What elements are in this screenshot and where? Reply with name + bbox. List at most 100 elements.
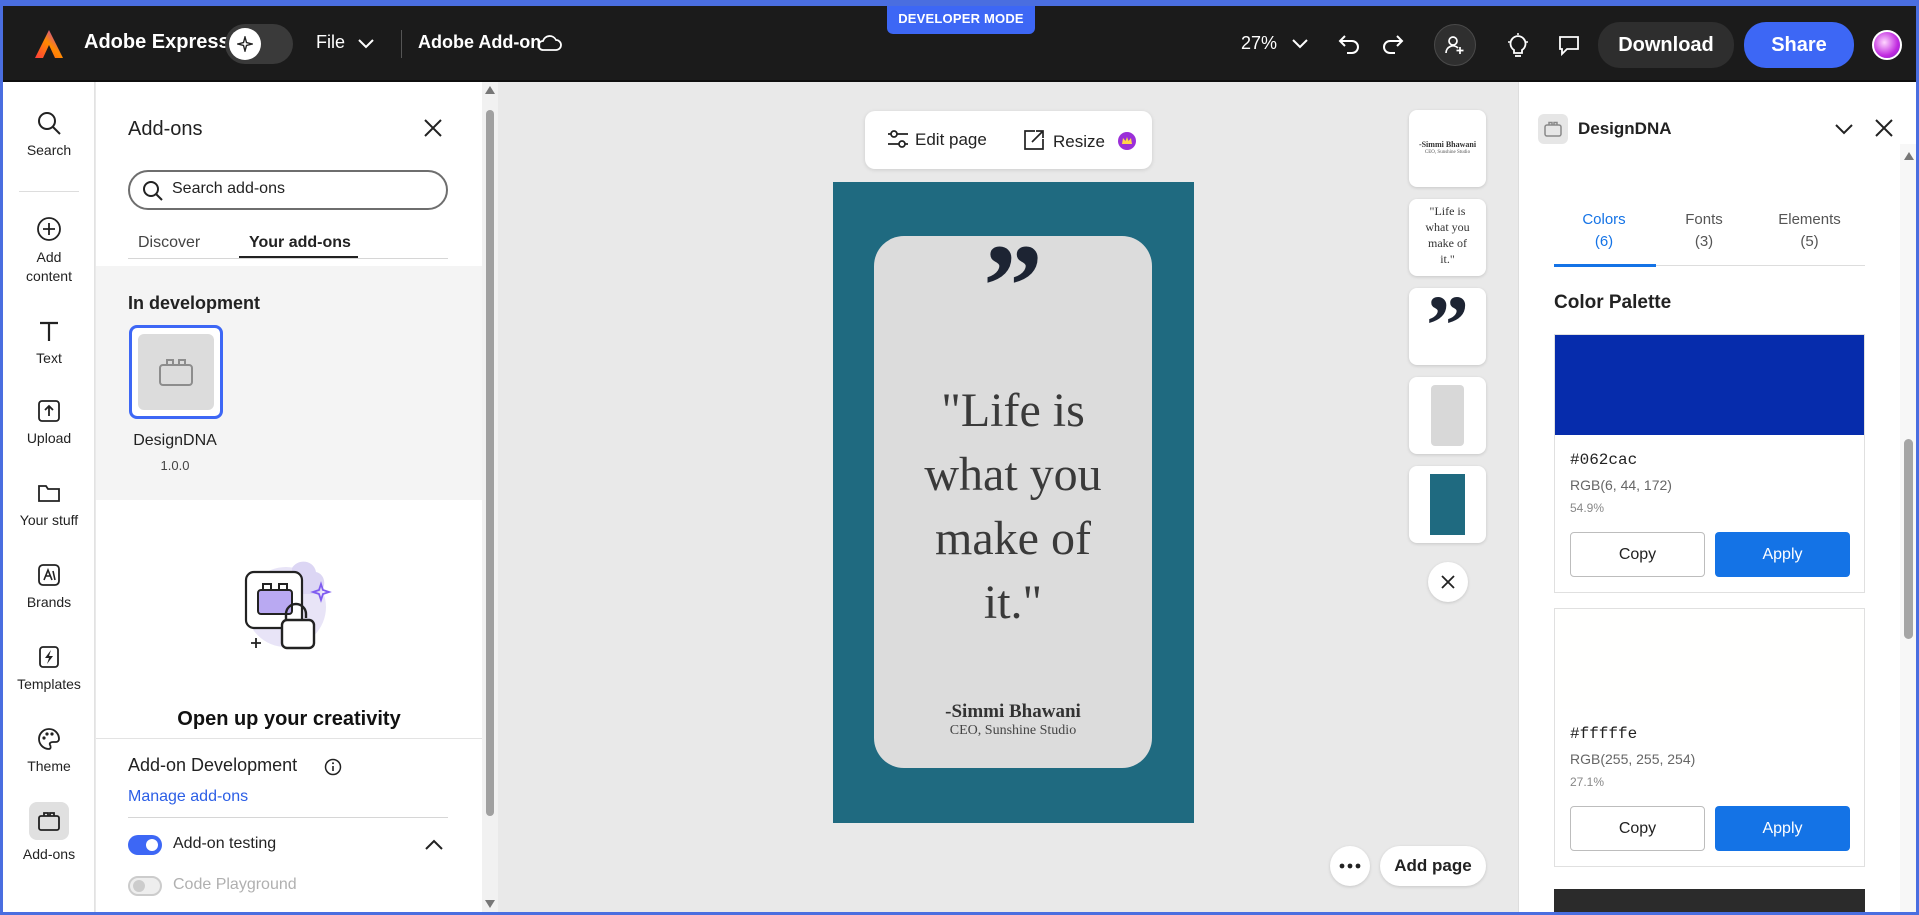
thumb-line: it." — [1440, 252, 1455, 266]
thumb-line: make of — [1428, 236, 1467, 250]
templates-icon — [39, 646, 59, 668]
scroll-up-arrow[interactable] — [485, 86, 495, 94]
file-menu[interactable]: File — [316, 32, 345, 53]
document-title[interactable]: Adobe Add-on — [418, 32, 541, 53]
rail-divider — [19, 191, 79, 192]
color-rgb: RGB(6, 44, 172) — [1570, 477, 1672, 493]
quote-card[interactable]: ” "Life is what you make of it." -Simmi … — [874, 226, 1152, 768]
divider — [401, 30, 402, 58]
more-options-button[interactable] — [1330, 846, 1370, 886]
resize-button[interactable]: Resize — [1023, 129, 1136, 152]
code-playground-toggle[interactable] — [128, 876, 162, 896]
design-page[interactable]: ” "Life is what you make of it." -Simmi … — [833, 182, 1194, 823]
scroll-up-arrow[interactable] — [1904, 152, 1914, 160]
quote-author-title: CEO, Sunshine Studio — [949, 723, 1077, 738]
color-hex: #062cac — [1570, 451, 1638, 469]
collapse-chevron-icon[interactable] — [1835, 122, 1855, 136]
copy-button[interactable]: Copy — [1570, 532, 1705, 577]
thumb-quote-text: "Life is what you make of it." — [1409, 203, 1486, 267]
rail-item-text[interactable]: Text — [3, 318, 95, 366]
rail-item-your-stuff[interactable]: Your stuff — [3, 480, 95, 528]
redo-icon[interactable] — [1379, 30, 1407, 58]
apply-button[interactable]: Apply — [1715, 806, 1850, 851]
adobe-express-logo[interactable] — [33, 28, 65, 60]
color-rgb: RGB(255, 255, 254) — [1570, 751, 1696, 767]
quote-mark: ” — [983, 219, 1043, 352]
scroll-thumb[interactable] — [1904, 439, 1913, 639]
thumb-background-shape — [1430, 474, 1465, 535]
quote-line: "Life is — [941, 384, 1085, 437]
panel-title: Add-ons — [128, 118, 203, 140]
chevron-down-icon[interactable] — [357, 35, 375, 53]
testing-divider — [128, 817, 448, 818]
edit-page-button[interactable]: Edit page — [887, 129, 987, 150]
tab-colors[interactable]: Colors (6) — [1554, 209, 1654, 253]
rail-item-search[interactable]: Search — [3, 110, 95, 158]
top-bar: Adobe Express File Adobe Add-on DEVELOPE… — [3, 6, 1916, 82]
info-icon[interactable] — [324, 758, 344, 778]
plus-circle-icon — [37, 217, 61, 241]
thumb-quote-mark: ” — [1426, 288, 1469, 365]
close-icon[interactable] — [423, 118, 445, 140]
canvas-area: Edit page Resize ” "Life is what you mak… — [498, 82, 1518, 912]
tab-fonts[interactable]: Fonts (3) — [1654, 209, 1754, 253]
share-button[interactable]: Share — [1744, 22, 1854, 68]
tab-label: Fonts — [1685, 211, 1723, 228]
rail-item-templates[interactable]: Templates — [3, 644, 95, 692]
close-icon[interactable] — [1875, 119, 1895, 139]
color-swatch[interactable] — [1555, 609, 1864, 709]
layer-thumb-author[interactable]: -Simmi Bhawani CEO, Sunshine Studio — [1409, 110, 1486, 187]
apply-button[interactable]: Apply — [1715, 532, 1850, 577]
rail-item-theme[interactable]: Theme — [3, 726, 95, 774]
rail-item-add-ons[interactable]: Add-ons — [3, 802, 95, 862]
layer-thumb-quote[interactable]: "Life is what you make of it." — [1409, 199, 1486, 276]
thumb-author-sub: CEO, Sunshine Studio — [1424, 150, 1471, 155]
rail-label: Add-ons — [22, 846, 76, 862]
color-swatch[interactable] — [1555, 335, 1864, 435]
invite-collaborator-icon[interactable] — [1434, 24, 1476, 66]
addon-name: DesignDNA — [133, 432, 217, 449]
zoom-level[interactable]: 27% — [1241, 33, 1277, 54]
copy-button[interactable]: Copy — [1570, 806, 1705, 851]
addon-testing-toggle[interactable] — [128, 835, 162, 855]
tab-active-indicator — [1554, 264, 1656, 267]
scroll-thumb[interactable] — [486, 110, 494, 816]
rail-item-brands[interactable]: Brands — [3, 562, 95, 610]
undo-icon[interactable] — [1335, 30, 1363, 58]
search-addons-input[interactable]: Search add-ons — [128, 170, 448, 210]
rail-label: Text — [36, 350, 62, 366]
addon-card-designdna[interactable] — [129, 325, 223, 419]
tab-discover[interactable]: Discover — [138, 234, 200, 252]
color-swatch[interactable] — [1554, 889, 1865, 912]
dev-section-title: Add-on Development — [128, 755, 298, 775]
add-page-button[interactable]: Add page — [1380, 846, 1486, 886]
color-hex: #fffffe — [1570, 725, 1638, 743]
tab-elements[interactable]: Elements (5) — [1754, 209, 1865, 253]
rail-item-upload[interactable]: Upload — [3, 398, 95, 446]
magic-toggle[interactable] — [225, 24, 293, 64]
tab-your-addons[interactable]: Your add-ons — [249, 234, 351, 252]
chevron-up-icon[interactable] — [425, 838, 445, 852]
layer-thumb-quote-mark[interactable]: ” — [1409, 288, 1486, 365]
close-layers-button[interactable] — [1428, 562, 1468, 602]
close-icon — [1441, 575, 1455, 589]
scroll-down-arrow[interactable] — [485, 900, 495, 908]
color-card: #062cac RGB(6, 44, 172) 54.9% Copy Apply — [1554, 334, 1865, 593]
lightbulb-icon[interactable] — [1503, 30, 1533, 60]
thumb-card-shape — [1431, 385, 1464, 446]
comment-icon[interactable] — [1554, 30, 1584, 60]
panel-scrollbar[interactable] — [1900, 144, 1916, 912]
addon-icon — [138, 334, 214, 410]
manage-addons-link[interactable]: Manage add-ons — [128, 788, 248, 806]
layer-thumb-card[interactable] — [1409, 377, 1486, 454]
addons-panel: Add-ons Search add-ons Discover Your add… — [96, 82, 482, 912]
panel-scrollbar[interactable] — [482, 82, 498, 912]
rail-label: Upload — [26, 430, 72, 446]
zoom-chevron-icon[interactable] — [1291, 35, 1309, 53]
download-button[interactable]: Download — [1598, 22, 1734, 68]
layer-thumb-background[interactable] — [1409, 466, 1486, 543]
addons-icon — [29, 802, 69, 840]
avatar[interactable] — [1872, 30, 1902, 60]
rail-item-add-content[interactable]: Add content — [3, 216, 95, 286]
color-card: #fffffe RGB(255, 255, 254) 27.1% Copy Ap… — [1554, 608, 1865, 867]
